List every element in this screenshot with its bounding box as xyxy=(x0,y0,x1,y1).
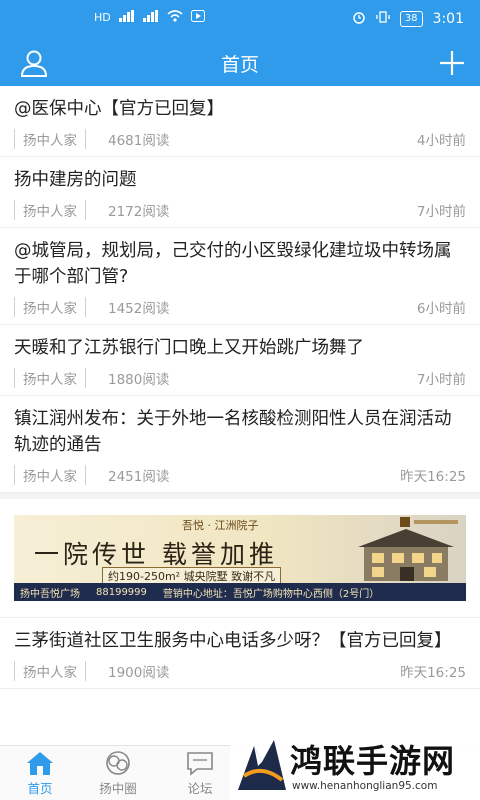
sim-icon: HD xyxy=(94,11,111,24)
vibrate-icon xyxy=(376,10,390,28)
wifi-icon xyxy=(167,10,183,25)
tab-forum-label: 论坛 xyxy=(187,781,213,796)
status-time: 3:01 xyxy=(432,11,464,27)
post-item[interactable]: 三茅街道社区卫生服务中心电话多少呀？【官方已回复】扬中人家 1900阅读 昨天16:… xyxy=(0,618,480,689)
app-header: 首页 xyxy=(0,40,480,86)
ad-address: 营销中心地址：吾悦广场购物中心西侧（2号门） xyxy=(162,588,380,600)
post-item[interactable]: @医保中心【官方已回复】扬中人家 4681阅读 4小时前 xyxy=(0,86,480,157)
tab-circle-label: 扬中圈 xyxy=(99,781,137,796)
post-time: 7小时前 xyxy=(416,204,466,220)
watermark: 鸿联手游网 www.henanhonglian95.com xyxy=(230,734,480,800)
post-item[interactable]: 镇江润州发布：关于外地一名核酸检测阳性人员在润活动轨迹的通告扬中人家 2451阅读… xyxy=(0,396,480,493)
tab-home[interactable]: 首页 xyxy=(10,750,70,797)
add-button[interactable] xyxy=(436,48,468,78)
post-meta: 扬中人家 1880阅读 7小时前 xyxy=(14,361,466,395)
signal-icon-2 xyxy=(142,10,159,25)
status-bar: HD 38 3:01 xyxy=(0,0,480,40)
post-reads: 1452阅读 xyxy=(108,301,170,317)
post-source: 扬中人家 xyxy=(14,661,86,681)
post-item[interactable]: 天暖和了江苏银行门口晚上又开始跳广场舞了扬中人家 1880阅读 7小时前 xyxy=(0,325,480,396)
post-meta: 扬中人家 1900阅读 昨天16:25 xyxy=(14,654,466,688)
ad-banner[interactable]: 吾悦 · 江洲院子 一院传世 载誉加推 约190-250m² 城央院墅 致谢不凡… xyxy=(14,515,466,601)
post-item[interactable]: 扬中建房的问题扬中人家 2172阅读 7小时前 xyxy=(0,157,480,228)
post-source: 扬中人家 xyxy=(14,129,86,149)
alarm-icon xyxy=(352,10,366,28)
ad-banner-container: 吾悦 · 江洲院子 一院传世 载誉加推 约190-250m² 城央院墅 致谢不凡… xyxy=(0,493,480,618)
post-meta: 扬中人家 2172阅读 7小时前 xyxy=(14,193,466,227)
post-reads: 1900阅读 xyxy=(108,665,170,681)
post-meta: 扬中人家 2451阅读 昨天16:25 xyxy=(14,458,466,492)
tab-home-label: 首页 xyxy=(27,781,53,796)
ad-top-line: 吾悦 · 江洲院子 xyxy=(182,519,259,532)
post-reads: 2172阅读 xyxy=(108,204,170,220)
post-source: 扬中人家 xyxy=(14,297,86,317)
post-item[interactable]: @城管局，规划局，己交付的小区毁绿化建垃圾中转场属于哪个部门管? 扬中人家 1452… xyxy=(0,228,480,325)
tab-forum[interactable]: 论坛 xyxy=(170,750,230,797)
post-reads: 2451阅读 xyxy=(108,469,170,485)
play-icon xyxy=(190,10,205,25)
post-title[interactable]: 镇江润州发布：关于外地一名核酸检测阳性人员在润活动轨迹的通告 xyxy=(14,406,466,458)
post-source: 扬中人家 xyxy=(14,200,86,220)
post-title[interactable]: 扬中建房的问题 xyxy=(14,167,466,193)
watermark-logo-icon xyxy=(238,740,286,790)
forum-icon xyxy=(187,752,213,776)
page-title: 首页 xyxy=(220,54,259,76)
post-time: 6小时前 xyxy=(416,301,466,317)
status-right: 38 3:01 xyxy=(352,10,464,28)
watermark-text: 鸿联手游网 xyxy=(290,742,456,780)
post-title[interactable]: @医保中心【官方已回复】 xyxy=(14,96,466,122)
post-time: 7小时前 xyxy=(416,372,466,388)
post-time: 4小时前 xyxy=(416,133,466,149)
tab-circle[interactable]: 扬中圈 xyxy=(88,750,148,797)
post-time: 昨天16:25 xyxy=(400,469,466,485)
post-reads: 4681阅读 xyxy=(108,133,170,149)
ad-phone: 88199999 xyxy=(96,586,147,598)
post-meta: 扬中人家 4681阅读 4小时前 xyxy=(14,122,466,156)
post-title[interactable]: @城管局，规划局，己交付的小区毁绿化建垃圾中转场属于哪个部门管? xyxy=(14,238,466,290)
post-meta: 扬中人家 1452阅读 6小时前 xyxy=(14,290,466,324)
status-left: HD xyxy=(94,10,205,25)
home-icon xyxy=(27,752,53,775)
signal-icon xyxy=(118,10,135,25)
post-feed[interactable]: @医保中心【官方已回复】 扬中人家 4681阅读 4小时前 扬中建房的问题 扬中人家 217… xyxy=(0,86,480,746)
house-image xyxy=(358,529,454,581)
post-source: 扬中人家 xyxy=(14,465,86,485)
post-title[interactable]: 三茅街道社区卫生服务中心电话多少呀？【官方已回复】 xyxy=(14,628,466,654)
post-reads: 1880阅读 xyxy=(108,372,170,388)
ad-bottom-bar: 扬中吾悦广场 88199999 营销中心地址：吾悦广场购物中心西侧（2号门） xyxy=(14,583,466,601)
post-time: 昨天16:25 xyxy=(400,665,466,681)
post-title[interactable]: 天暖和了江苏银行门口晚上又开始跳广场舞了 xyxy=(14,335,466,361)
battery-indicator: 38 xyxy=(399,11,423,27)
watermark-url: www.henanhonglian95.com xyxy=(292,780,438,792)
circle-icon xyxy=(106,751,130,775)
ad-name: 扬中吾悦广场 xyxy=(20,588,80,600)
plus-icon xyxy=(440,51,464,75)
post-source: 扬中人家 xyxy=(14,368,86,388)
ad-slogan: 一院传世 载誉加推 xyxy=(34,540,278,569)
